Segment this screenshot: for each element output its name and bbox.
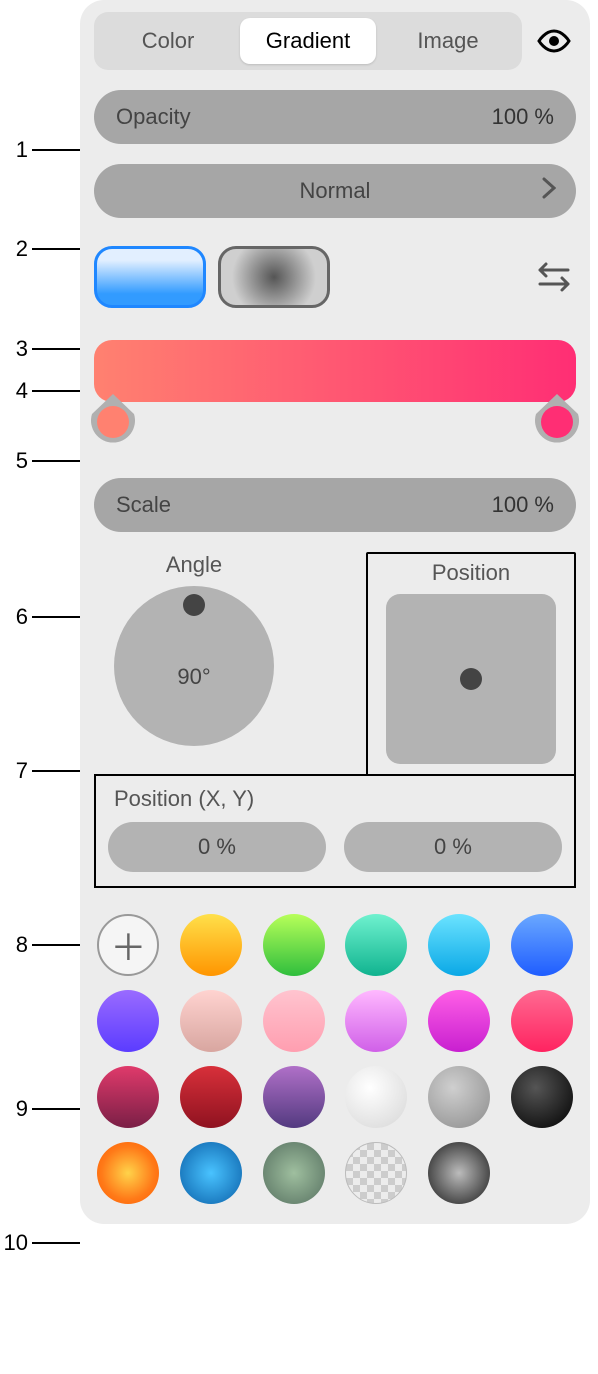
position-pad-handle[interactable] — [460, 668, 482, 690]
callout-7: 7 — [0, 758, 28, 784]
preset-violet[interactable] — [97, 990, 159, 1052]
tab-gradient[interactable]: Gradient — [240, 18, 376, 64]
callout-3: 3 — [0, 336, 28, 362]
callout-6: 6 — [0, 604, 28, 630]
preset-crimson[interactable] — [180, 1066, 242, 1128]
tab-color[interactable]: Color — [100, 18, 236, 64]
preset-ocean[interactable] — [180, 1142, 242, 1204]
callout-8: 8 — [0, 932, 28, 958]
preset-cyan[interactable] — [428, 914, 490, 976]
preset-charcoal[interactable] — [428, 1142, 490, 1204]
preset-sage[interactable] — [263, 1142, 325, 1204]
gradient-type-linear[interactable] — [94, 246, 206, 308]
position-group: Position — [366, 552, 576, 776]
scale-field[interactable]: Scale 100 % — [94, 478, 576, 532]
reverse-gradient-button[interactable] — [532, 255, 576, 299]
preset-transparent[interactable] — [345, 1142, 407, 1204]
preset-hot-pink[interactable] — [511, 990, 573, 1052]
preset-blush[interactable] — [180, 990, 242, 1052]
scale-value: 100 % — [492, 492, 554, 518]
blend-mode-select[interactable]: Normal — [94, 164, 576, 218]
callout-5: 5 — [0, 448, 28, 474]
gradient-preview-bar[interactable] — [94, 340, 576, 402]
fill-type-tabs: Color Gradient Image — [94, 12, 522, 70]
gradient-stop-start[interactable] — [88, 390, 138, 446]
gradient-type-radial[interactable] — [218, 246, 330, 308]
callout-2: 2 — [0, 236, 28, 262]
opacity-field[interactable]: Opacity 100 % — [94, 90, 576, 144]
position-pad[interactable] — [386, 594, 556, 764]
preset-dusk[interactable] — [263, 1066, 325, 1128]
preset-black[interactable] — [511, 1066, 573, 1128]
preset-orange-yellow[interactable] — [180, 914, 242, 976]
plus-icon: ＋ — [110, 919, 146, 971]
position-xy-group: Position (X, Y) 0 % 0 % — [94, 774, 576, 888]
preset-orchid[interactable] — [345, 990, 407, 1052]
angle-dial[interactable]: 90° — [114, 586, 274, 746]
callout-1: 1 — [0, 137, 28, 163]
angle-label: Angle — [94, 552, 294, 578]
preset-wine[interactable] — [97, 1066, 159, 1128]
angle-dial-handle[interactable] — [183, 594, 205, 616]
callout-4: 4 — [0, 378, 28, 404]
visibility-toggle[interactable] — [532, 19, 576, 63]
preset-sunset[interactable] — [97, 1142, 159, 1204]
tab-image[interactable]: Image — [380, 18, 516, 64]
callout-9: 9 — [0, 1096, 28, 1122]
position-xy-label: Position (X, Y) — [114, 786, 562, 812]
add-preset-button[interactable]: ＋ — [97, 914, 159, 976]
preset-white[interactable] — [345, 1066, 407, 1128]
eye-icon — [537, 29, 571, 53]
opacity-value: 100 % — [492, 104, 554, 130]
callout-10: 10 — [0, 1230, 28, 1256]
preset-green[interactable] — [263, 914, 325, 976]
swap-arrows-icon — [534, 260, 574, 294]
position-label: Position — [378, 560, 564, 586]
blend-mode-label: Normal — [116, 178, 554, 204]
chevron-right-icon — [542, 177, 556, 205]
callout-column: 1 2 3 4 5 6 7 8 9 10 — [0, 0, 80, 1374]
fill-inspector-panel: Color Gradient Image Opacity 100 % Norma… — [80, 0, 590, 1224]
preset-blue[interactable] — [511, 914, 573, 976]
preset-teal[interactable] — [345, 914, 407, 976]
position-x-field[interactable]: 0 % — [108, 822, 326, 872]
preset-magenta[interactable] — [428, 990, 490, 1052]
preset-grey[interactable] — [428, 1066, 490, 1128]
preset-pink-light[interactable] — [263, 990, 325, 1052]
scale-label: Scale — [116, 492, 492, 518]
opacity-label: Opacity — [116, 104, 492, 130]
gradient-stop-end[interactable] — [532, 390, 582, 446]
gradient-preset-grid: ＋ — [94, 914, 576, 1204]
angle-value: 90° — [114, 664, 274, 690]
position-y-field[interactable]: 0 % — [344, 822, 562, 872]
